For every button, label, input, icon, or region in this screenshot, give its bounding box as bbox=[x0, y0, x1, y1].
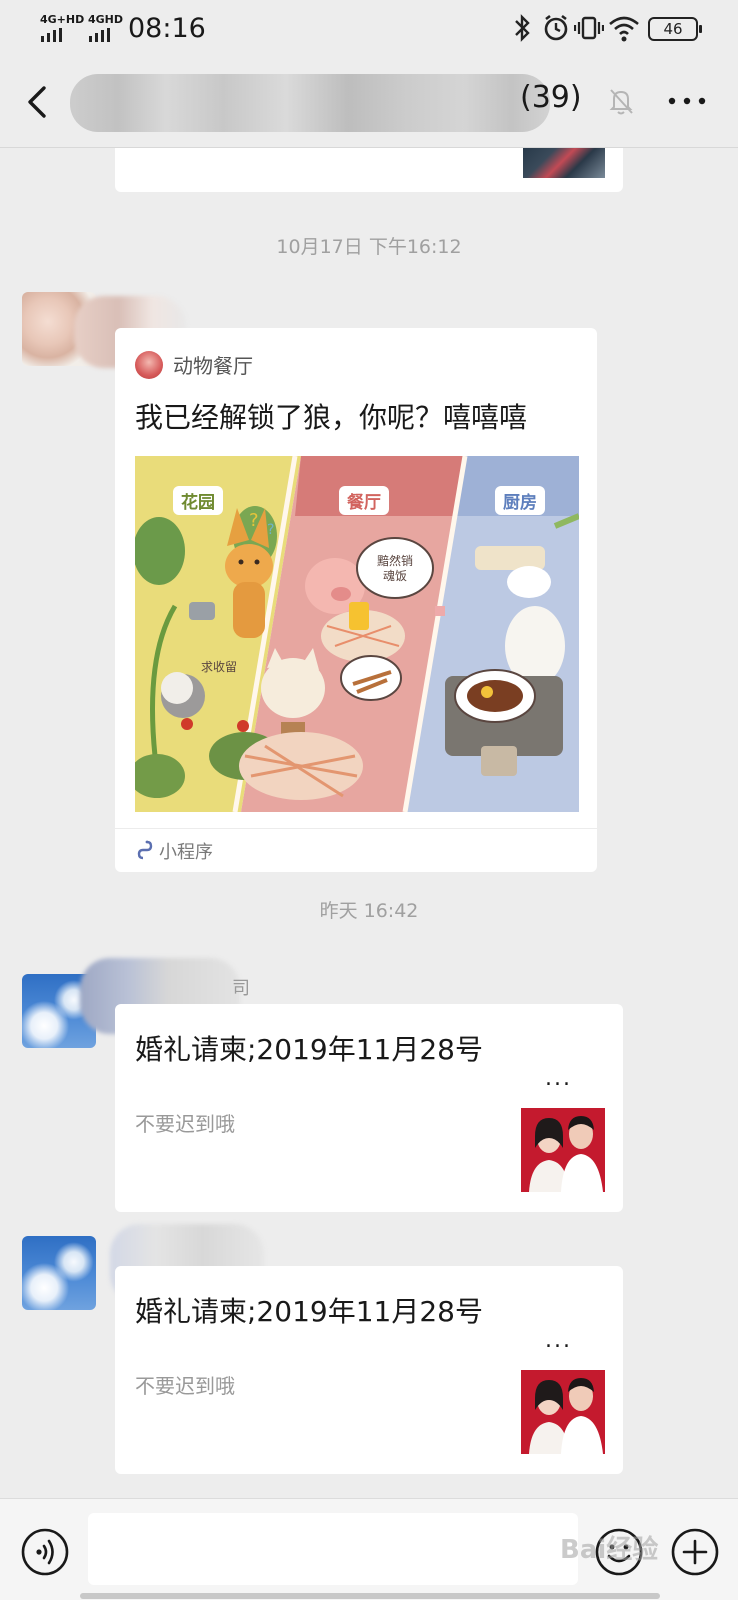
invitation-thumbnail bbox=[521, 1108, 605, 1192]
vibrate-icon bbox=[574, 16, 604, 40]
timestamp: 昨天 16:42 bbox=[319, 900, 419, 922]
invitation-thumbnail bbox=[521, 1370, 605, 1454]
signal1-label: 4G+HD bbox=[40, 13, 85, 26]
member-count: (39) bbox=[520, 80, 582, 115]
invitation-title: 婚礼请柬;2019年11月28号 bbox=[135, 1295, 483, 1328]
bottom-strip bbox=[80, 1593, 660, 1599]
mute-bell-icon bbox=[609, 89, 633, 115]
mini-program-card[interactable]: 动物餐厅 我已经解锁了狼，你呢？嘻嘻嘻 ? ? 花园 餐厅 厨房 求收留 黯然销… bbox=[115, 328, 597, 872]
sender-name-partial: 司 bbox=[232, 978, 250, 999]
bluetooth-icon bbox=[515, 14, 530, 42]
mini-program-footer: 小程序 bbox=[115, 828, 597, 872]
signal2-label: 4GHD bbox=[88, 13, 124, 26]
sender-avatar[interactable] bbox=[22, 1236, 96, 1310]
group-name-blurred bbox=[70, 74, 550, 132]
mini-program-source: 动物餐厅 bbox=[135, 350, 253, 379]
panel-label-restaurant: 餐厅 bbox=[339, 486, 389, 515]
more-functions-button[interactable] bbox=[670, 1527, 720, 1577]
panel-label-garden: 花园 bbox=[173, 486, 223, 515]
speech-bubble-adopt: 求收留 bbox=[201, 660, 238, 674]
speech-bubble-dish: 黯然销魂饭 bbox=[376, 554, 413, 583]
invitation-card[interactable]: 婚礼请柬;2019年11月28号 ... 不要迟到哦 bbox=[115, 1004, 623, 1212]
invitation-title: 婚礼请柬;2019年11月28号 bbox=[135, 1033, 483, 1066]
previous-message-thumbnail bbox=[523, 148, 605, 178]
mini-program-logo-icon bbox=[135, 350, 163, 379]
panel-label-kitchen: 厨房 bbox=[495, 486, 545, 515]
more-options-button[interactable] bbox=[664, 86, 710, 116]
voice-button[interactable] bbox=[20, 1527, 70, 1577]
svg-text:?: ? bbox=[249, 510, 259, 531]
emoji-button[interactable] bbox=[594, 1527, 644, 1577]
signal2-bars-icon bbox=[89, 28, 110, 42]
alarm-icon bbox=[544, 14, 568, 41]
invitation-description: 不要迟到哦 bbox=[135, 1374, 235, 1398]
invitation-description: 不要迟到哦 bbox=[135, 1112, 235, 1136]
message-list[interactable]: 10月17日 下午16:12 动物餐厅 我已经解锁了狼，你呢？嘻嘻嘻 ? ? 花… bbox=[0, 148, 738, 1498]
battery-icon: 46 bbox=[648, 17, 702, 41]
mini-program-title: 我已经解锁了狼，你呢？嘻嘻嘻 bbox=[135, 401, 528, 434]
mini-program-cover-image: ? ? 花园 餐厅 厨房 求收留 黯然销魂饭 bbox=[135, 456, 579, 812]
mini-program-name: 动物餐厅 bbox=[173, 354, 253, 378]
previous-message-card[interactable] bbox=[115, 148, 623, 192]
status-bar: 4G+HD 4GHD 08:16 46 bbox=[0, 0, 738, 58]
signal1-bars-icon bbox=[41, 28, 62, 42]
mini-program-icon bbox=[137, 840, 153, 860]
chat-header: (39) bbox=[0, 58, 738, 148]
clock: 08:16 bbox=[128, 13, 206, 44]
input-bar: Bai经验 bbox=[0, 1498, 738, 1600]
invitation-ellipsis: ... bbox=[545, 1066, 572, 1091]
svg-text:?: ? bbox=[267, 522, 274, 538]
invitation-ellipsis: ... bbox=[545, 1328, 572, 1353]
invitation-card[interactable]: 婚礼请柬;2019年11月28号 ... 不要迟到哦 bbox=[115, 1266, 623, 1474]
mini-program-label: 小程序 bbox=[159, 842, 213, 863]
timestamp: 10月17日 下午16:12 bbox=[276, 236, 462, 258]
wifi-icon bbox=[609, 16, 639, 42]
message-input[interactable] bbox=[88, 1513, 578, 1585]
back-button[interactable] bbox=[18, 80, 58, 124]
battery-level: 46 bbox=[663, 20, 683, 38]
